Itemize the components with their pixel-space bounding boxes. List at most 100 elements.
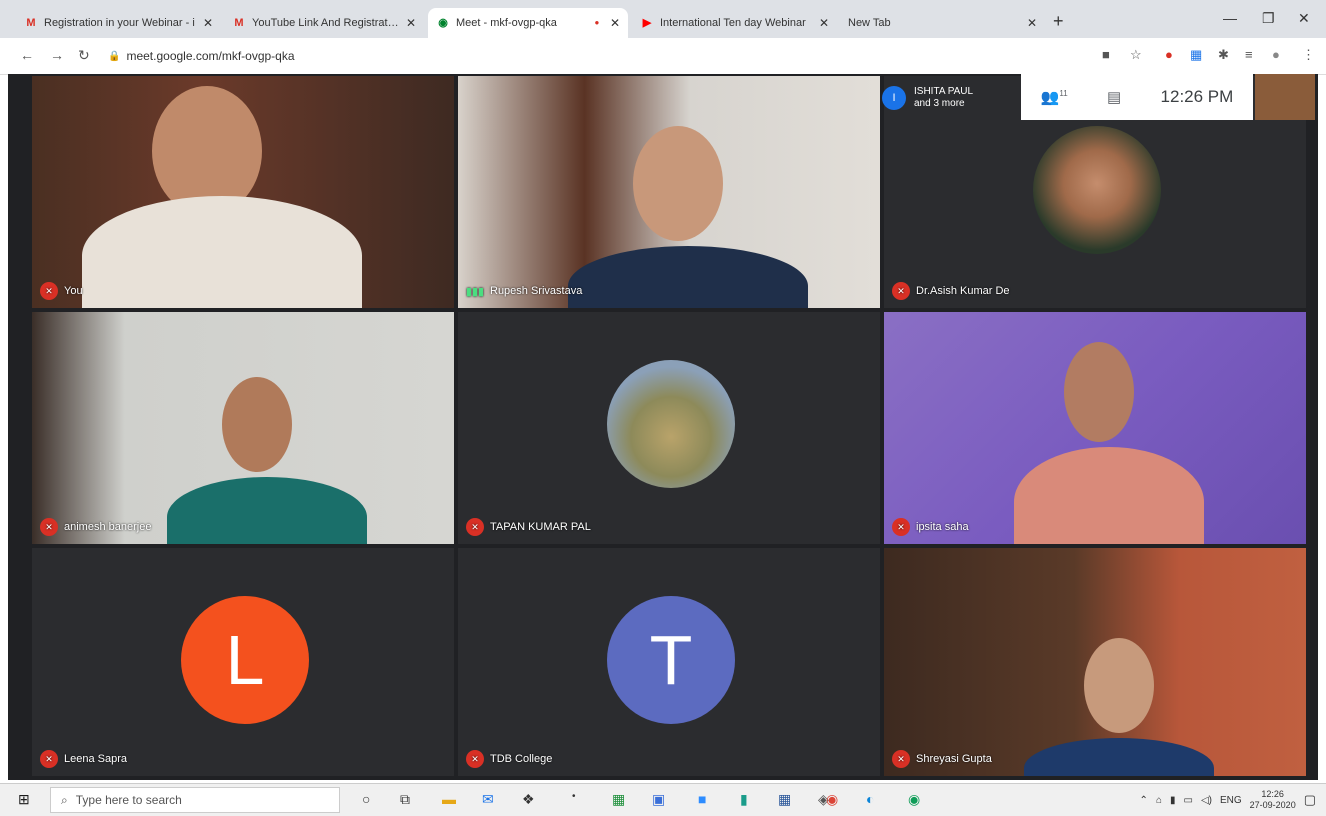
gmail-icon: M (234, 17, 244, 29)
participant-label: ✕ TDB College (466, 750, 552, 768)
star-icon[interactable]: ☆ (1130, 47, 1142, 63)
tab-registration[interactable]: M Registration in your Webinar - i ✕ (16, 8, 221, 38)
search-icon: ⌕ (61, 792, 68, 807)
back-icon[interactable]: ← (20, 47, 34, 63)
tab-youtube-link[interactable]: M YouTube Link And Registration ✕ (224, 8, 424, 38)
chrome-icon[interactable]: ◉ (826, 791, 838, 808)
tab-new-tab[interactable]: New Tab ✕ (840, 8, 1045, 38)
mic-off-icon: ✕ (892, 518, 910, 536)
task-view-icon[interactable]: ⧉ (400, 791, 410, 808)
dropbox-icon[interactable]: ❖ (522, 791, 535, 808)
gmail-icon: M (26, 17, 36, 29)
notification-icon[interactable]: ▢ (1304, 792, 1316, 808)
participant-label: ✕ Shreyasi Gupta (892, 750, 992, 768)
participant-avatar-letter: T (607, 596, 735, 724)
new-tab-button[interactable]: + (1053, 11, 1064, 32)
forward-icon[interactable]: → (50, 47, 64, 63)
usb-icon[interactable]: ▮ (1170, 795, 1176, 806)
profile-avatar[interactable]: ● (1272, 47, 1280, 62)
participant-label: ✕ Leena Sapra (40, 750, 127, 768)
taskbar-search[interactable]: ⌕ Type here to search (50, 787, 340, 813)
outlook-icon[interactable]: ▣ (652, 791, 665, 808)
minimize-button[interactable]: — (1223, 10, 1237, 26)
mic-off-icon: ✕ (466, 518, 484, 536)
chrome-canary-icon[interactable]: ◉ (908, 791, 920, 808)
puzzle-icon[interactable]: ✱ (1218, 47, 1229, 63)
people-button[interactable]: 👥11 (1041, 88, 1068, 106)
participant-label: ✕ animesh banerjee (40, 518, 151, 536)
self-view-thumbnail[interactable] (1255, 74, 1315, 120)
presenter-avatar: I (882, 86, 906, 110)
video-tile-animesh[interactable]: ✕ animesh banerjee (30, 310, 456, 546)
word-icon[interactable]: ▦ (778, 791, 791, 808)
close-icon[interactable]: ✕ (1027, 16, 1037, 30)
close-icon[interactable]: ✕ (406, 16, 416, 30)
video-tile-shreyasi[interactable]: ✕ Shreyasi Gupta (882, 546, 1308, 778)
tab-international-webinar[interactable]: ▶ International Ten day Webinar ✕ (632, 8, 837, 38)
recording-dot-icon: ● (594, 18, 600, 27)
restore-button[interactable]: ❐ (1262, 10, 1275, 27)
close-icon[interactable]: ✕ (610, 16, 620, 30)
participant-label: ▮▮▮ Rupesh Srivastava (466, 282, 582, 300)
sway-icon[interactable]: ▮ (740, 791, 748, 808)
participant-label: ✕ ipsita saha (892, 518, 969, 536)
chevron-up-icon[interactable]: ⌃ (1140, 795, 1148, 806)
mic-off-icon: ✕ (466, 750, 484, 768)
volume-icon[interactable]: ◁) (1201, 795, 1212, 806)
close-window-button[interactable]: ✕ (1298, 10, 1310, 27)
participant-video (222, 377, 292, 472)
mic-off-icon: ✕ (40, 518, 58, 536)
excel-icon[interactable]: ▦ (612, 791, 625, 808)
network-icon[interactable]: ⌂ (1156, 795, 1162, 806)
dot-icon: • (572, 791, 576, 802)
presenter-chip[interactable]: I ISHITA PAUL and 3 more (882, 78, 1022, 118)
taskbar-clock[interactable]: 12:26 27-09-2020 (1250, 789, 1296, 811)
meeting-time: 12:26 PM (1160, 87, 1234, 106)
url-field[interactable]: 🔒 meet.google.com/mkf-ovgp-qka (108, 44, 1058, 68)
participant-label: ✕ TAPAN KUMAR PAL (466, 518, 591, 536)
video-tile-rupesh[interactable]: ▮▮▮ Rupesh Srivastava (456, 74, 882, 310)
menu-icon[interactable]: ⋮ (1302, 47, 1315, 63)
mic-off-icon: ✕ (892, 750, 910, 768)
meet-video-grid: ✕ You ▮▮▮ Rupesh Srivastava ✕ Dr.Asish K… (8, 74, 1318, 780)
video-tile-you[interactable]: ✕ You (30, 74, 456, 310)
camera-icon[interactable]: ■ (1102, 47, 1110, 62)
youtube-icon: ▶ (642, 17, 652, 29)
file-explorer-icon[interactable]: ▬ (442, 791, 456, 807)
mic-off-icon: ✕ (40, 282, 58, 300)
close-icon[interactable]: ✕ (203, 16, 213, 30)
windows-start-icon[interactable]: ⊞ (18, 791, 30, 808)
tab-meet[interactable]: ◉ Meet - mkf-ovgp-qka ● ✕ (428, 8, 628, 38)
participant-video (167, 477, 367, 544)
participant-label: ✕ Dr.Asish Kumar De (892, 282, 1010, 300)
meet-top-bar: 👥11 ▤ 12:26 PM (1021, 74, 1253, 120)
participant-video (633, 126, 723, 241)
video-tile-leena[interactable]: L ✕ Leena Sapra (30, 546, 456, 778)
meet-icon: ◉ (438, 17, 448, 29)
edge-icon[interactable]: ◐ (866, 791, 874, 807)
mail-icon[interactable]: ✉ (482, 791, 494, 808)
extension-icon[interactable]: ● (1165, 47, 1173, 62)
reload-icon[interactable]: ↻ (78, 47, 90, 64)
cortana-icon[interactable]: ○ (362, 791, 370, 807)
mic-off-icon: ✕ (892, 282, 910, 300)
video-tile-tapan[interactable]: ✕ TAPAN KUMAR PAL (456, 310, 882, 546)
participant-avatar-letter: L (181, 596, 309, 724)
language-indicator[interactable]: ENG (1220, 795, 1242, 806)
participant-label: ✕ You (40, 282, 83, 300)
battery-icon[interactable]: ▭ (1184, 795, 1193, 806)
participant-video (82, 196, 362, 308)
close-icon[interactable]: ✕ (819, 16, 829, 30)
windows-taskbar: ⊞ ⌕ Type here to search ○ ⧉ ▬ ✉ ❖ • ▦ ▣ … (0, 783, 1326, 816)
playlist-icon[interactable]: ≡ (1245, 47, 1253, 62)
zoom-icon[interactable]: ■ (698, 791, 706, 807)
participant-video (1084, 638, 1154, 733)
system-tray: ⌃ ⌂ ▮ ▭ ◁) ENG 12:26 27-09-2020 ▢ (1091, 787, 1326, 813)
video-tile-tdb[interactable]: T ✕ TDB College (456, 546, 882, 778)
participant-avatar (607, 360, 735, 488)
participant-avatar (1033, 126, 1161, 254)
video-tile-ipsita[interactable]: ✕ ipsita saha (882, 310, 1308, 546)
participant-video (1024, 738, 1214, 776)
extension-grid-icon[interactable]: ▦ (1190, 47, 1202, 63)
chat-icon[interactable]: ▤ (1107, 88, 1121, 106)
